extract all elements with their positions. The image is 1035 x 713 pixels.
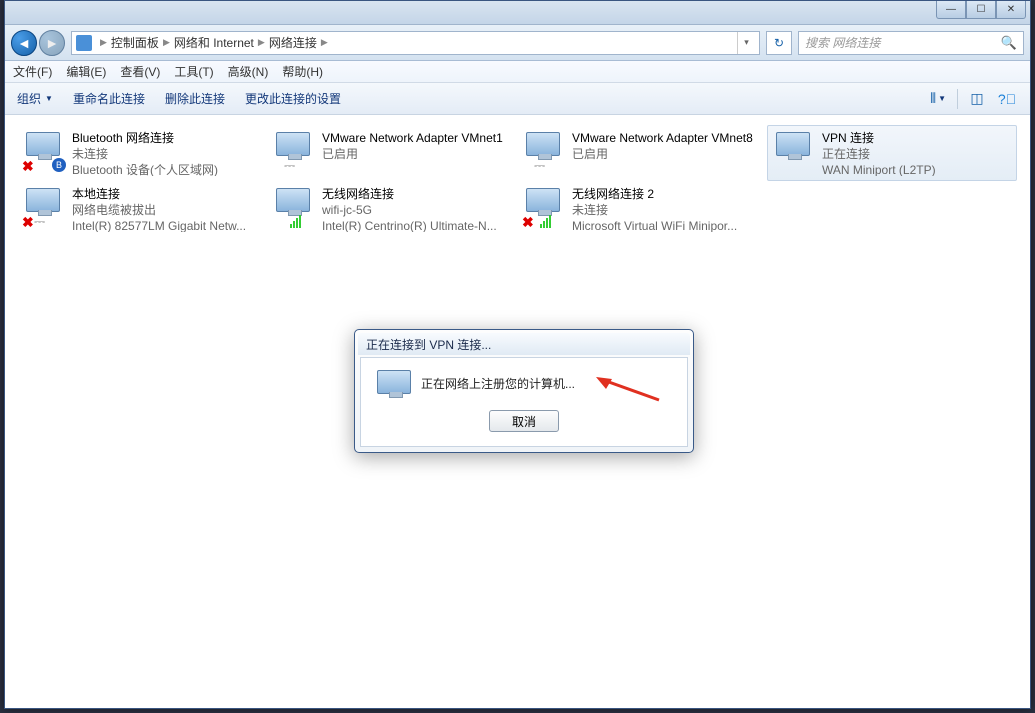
organize-button[interactable]: 组织 ▼: [17, 90, 53, 107]
connection-item[interactable]: ✖BBluetooth 网络连接未连接Bluetooth 设备(个人区域网): [17, 125, 267, 181]
breadcrumb-item[interactable]: 网络和 Internet: [174, 34, 254, 51]
preview-pane-button[interactable]: ◫: [966, 88, 988, 110]
menu-edit[interactable]: 编辑(E): [66, 63, 106, 80]
back-button[interactable]: ◄: [11, 30, 37, 56]
connection-icon: ✖: [524, 186, 566, 228]
close-button[interactable]: ✕: [996, 1, 1026, 19]
connection-item[interactable]: VPN 连接正在连接WAN Miniport (L2TP): [767, 125, 1017, 181]
connection-detail: Intel(R) 82577LM Gigabit Netw...: [72, 218, 246, 232]
titlebar: — ☐ ✕: [5, 1, 1030, 25]
rename-connection-button[interactable]: 重命名此连接: [73, 90, 145, 107]
connection-icon: [274, 186, 316, 228]
nav-arrows: ◄ ►: [11, 30, 65, 56]
toolbar: 组织 ▼ 重命名此连接 删除此连接 更改此连接的设置 ⦀▼ ◫ ?⃝: [5, 83, 1030, 115]
connection-status: 已启用: [572, 146, 753, 162]
window-controls: — ☐ ✕: [936, 1, 1026, 19]
connection-title: 无线网络连接: [322, 186, 497, 202]
connection-item[interactable]: ✖⎓本地连接网络电缆被拔出Intel(R) 82577LM Gigabit Ne…: [17, 181, 267, 237]
dialog-body: 正在网络上注册您的计算机... 取消: [360, 357, 688, 447]
connecting-dialog: 正在连接到 VPN 连接... 正在网络上注册您的计算机... 取消: [354, 329, 694, 453]
menu-advanced[interactable]: 高级(N): [228, 63, 269, 80]
connection-text: 无线网络连接wifi-jc-5GIntel(R) Centrino(R) Ult…: [322, 186, 497, 232]
minimize-button[interactable]: —: [936, 1, 966, 19]
connection-status: 未连接: [72, 146, 218, 162]
search-icon[interactable]: 🔍: [1001, 35, 1017, 51]
connection-text: VMware Network Adapter VMnet1已启用: [322, 130, 503, 176]
connection-text: 本地连接网络电缆被拔出Intel(R) 82577LM Gigabit Netw…: [72, 186, 246, 232]
connection-title: Bluetooth 网络连接: [72, 130, 218, 146]
menu-tools[interactable]: 工具(T): [174, 63, 213, 80]
connection-detail: Intel(R) Centrino(R) Ultimate-N...: [322, 218, 497, 232]
connection-status: 正在连接: [822, 146, 936, 162]
toolbar-right: ⦀▼ ◫ ?⃝: [927, 88, 1018, 110]
connection-title: 本地连接: [72, 186, 246, 202]
location-icon: [76, 35, 92, 51]
help-button[interactable]: ?⃝: [996, 88, 1018, 110]
connection-item[interactable]: ⎓VMware Network Adapter VMnet1已启用: [267, 125, 517, 181]
connection-icon: ⎓: [524, 130, 566, 172]
menu-view[interactable]: 查看(V): [120, 63, 160, 80]
chevron-right-icon: ▶: [100, 37, 107, 48]
delete-connection-button[interactable]: 删除此连接: [165, 90, 225, 107]
chevron-right-icon: ▶: [163, 37, 170, 48]
menu-file[interactable]: 文件(F): [13, 63, 52, 80]
connection-text: 无线网络连接 2未连接Microsoft Virtual WiFi Minipo…: [572, 186, 737, 232]
connection-text: VPN 连接正在连接WAN Miniport (L2TP): [822, 130, 936, 176]
connection-item[interactable]: 无线网络连接wifi-jc-5GIntel(R) Centrino(R) Ult…: [267, 181, 517, 237]
connection-status: wifi-jc-5G: [322, 202, 497, 218]
dialog-title: 正在连接到 VPN 连接...: [358, 333, 690, 355]
search-input[interactable]: 搜索 网络连接 🔍: [798, 31, 1024, 55]
navbar: ◄ ► ▶ 控制面板 ▶ 网络和 Internet ▶ 网络连接 ▶ ▾ ↻ 搜…: [5, 25, 1030, 61]
connection-item[interactable]: ⎓VMware Network Adapter VMnet8已启用: [517, 125, 767, 181]
breadcrumb[interactable]: ▶ 控制面板 ▶ 网络和 Internet ▶ 网络连接 ▶ ▾: [71, 31, 760, 55]
refresh-button[interactable]: ↻: [766, 31, 792, 55]
connection-detail: Bluetooth 设备(个人区域网): [72, 162, 218, 176]
connection-status: 网络电缆被拔出: [72, 202, 246, 218]
connection-title: VMware Network Adapter VMnet8: [572, 130, 753, 146]
breadcrumb-item[interactable]: 控制面板: [111, 34, 159, 51]
organize-label: 组织: [17, 90, 41, 107]
chevron-right-icon: ▶: [321, 37, 328, 48]
connection-item[interactable]: ✖无线网络连接 2未连接Microsoft Virtual WiFi Minip…: [517, 181, 767, 237]
connection-status: 未连接: [572, 202, 737, 218]
connection-title: VPN 连接: [822, 130, 936, 146]
maximize-button[interactable]: ☐: [966, 1, 996, 19]
cancel-button[interactable]: 取消: [489, 410, 559, 432]
forward-button[interactable]: ►: [39, 30, 65, 56]
connection-text: VMware Network Adapter VMnet8已启用: [572, 130, 753, 176]
view-options-button[interactable]: ⦀▼: [927, 88, 949, 110]
connection-icon: ✖B: [24, 130, 66, 172]
breadcrumb-item[interactable]: 网络连接: [269, 34, 317, 51]
connection-icon: ⎓: [274, 130, 316, 172]
chevron-right-icon: ▶: [258, 37, 265, 48]
change-settings-button[interactable]: 更改此连接的设置: [245, 90, 341, 107]
chevron-down-icon: ▼: [45, 94, 53, 103]
connection-title: 无线网络连接 2: [572, 186, 737, 202]
connection-text: Bluetooth 网络连接未连接Bluetooth 设备(个人区域网): [72, 130, 218, 176]
connection-title: VMware Network Adapter VMnet1: [322, 130, 503, 146]
menubar: 文件(F) 编辑(E) 查看(V) 工具(T) 高级(N) 帮助(H): [5, 61, 1030, 83]
search-placeholder: 搜索 网络连接: [805, 34, 880, 51]
divider: [957, 89, 958, 109]
connection-detail: Microsoft Virtual WiFi Minipor...: [572, 218, 737, 232]
dialog-message: 正在网络上注册您的计算机...: [421, 375, 575, 392]
connection-detail: WAN Miniport (L2TP): [822, 162, 936, 176]
connection-status: 已启用: [322, 146, 503, 162]
breadcrumb-dropdown[interactable]: ▾: [737, 32, 755, 54]
connection-icon: [774, 130, 816, 172]
network-icon: [375, 368, 409, 398]
connection-icon: ✖⎓: [24, 186, 66, 228]
menu-help[interactable]: 帮助(H): [282, 63, 323, 80]
